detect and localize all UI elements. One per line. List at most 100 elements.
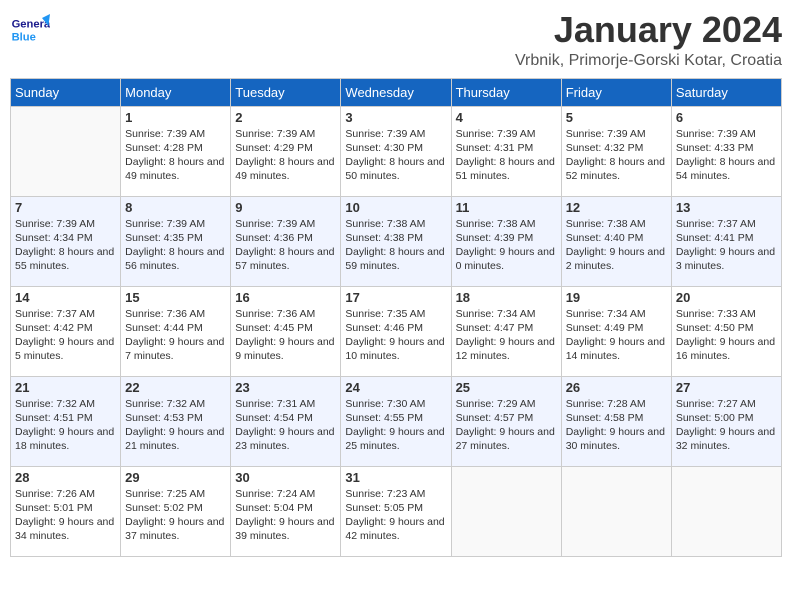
day-info: Sunrise: 7:32 AMSunset: 4:53 PMDaylight:… — [125, 397, 226, 454]
day-info: Sunrise: 7:39 AMSunset: 4:32 PMDaylight:… — [566, 127, 667, 184]
day-number: 17 — [345, 290, 446, 305]
calendar-cell: 28 Sunrise: 7:26 AMSunset: 5:01 PMDayligh… — [11, 466, 121, 556]
day-info: Sunrise: 7:38 AMSunset: 4:38 PMDaylight:… — [345, 217, 446, 274]
day-number: 28 — [15, 470, 116, 485]
day-number: 1 — [125, 110, 226, 125]
calendar-cell: 21 Sunrise: 7:32 AMSunset: 4:51 PMDayligh… — [11, 376, 121, 466]
calendar-cell: 30 Sunrise: 7:24 AMSunset: 5:04 PMDayligh… — [231, 466, 341, 556]
weekday-wednesday: Wednesday — [341, 78, 451, 106]
calendar-cell: 4Sunrise: 7:39 AMSunset: 4:31 PMDaylight… — [451, 106, 561, 196]
calendar-cell: 29Sunrise: 7:25 AMSunset: 5:02 PMDayligh… — [121, 466, 231, 556]
day-info: Sunrise: 7:39 AMSunset: 4:36 PMDaylight:… — [235, 217, 336, 274]
day-number: 2 — [235, 110, 336, 125]
day-info: Sunrise: 7:31 AMSunset: 4:54 PMDaylight:… — [235, 397, 336, 454]
day-info: Sunrise: 7:36 AMSunset: 4:45 PMDaylight:… — [235, 307, 336, 364]
weekday-monday: Monday — [121, 78, 231, 106]
day-number: 6 — [676, 110, 777, 125]
calendar-cell: 7Sunrise: 7:39 AMSunset: 4:34 PMDaylight… — [11, 196, 121, 286]
weekday-thursday: Thursday — [451, 78, 561, 106]
day-number: 11 — [456, 200, 557, 215]
calendar-cell: 31Sunrise: 7:23 AMSunset: 5:05 PMDayligh… — [341, 466, 451, 556]
calendar-cell — [561, 466, 671, 556]
day-number: 13 — [676, 200, 777, 215]
day-info: Sunrise: 7:34 AMSunset: 4:47 PMDaylight:… — [456, 307, 557, 364]
day-number: 22 — [125, 380, 226, 395]
calendar-cell — [11, 106, 121, 196]
calendar-cell: 24 Sunrise: 7:30 AMSunset: 4:55 PMDayligh… — [341, 376, 451, 466]
location: Vrbnik, Primorje-Gorski Kotar, Croatia — [515, 52, 782, 70]
calendar-cell: 11 Sunrise: 7:38 AMSunset: 4:39 PMDayligh… — [451, 196, 561, 286]
day-number: 30 — [235, 470, 336, 485]
weekday-tuesday: Tuesday — [231, 78, 341, 106]
day-info: Sunrise: 7:39 AMSunset: 4:31 PMDaylight:… — [456, 127, 557, 184]
month-title: January 2024 — [515, 10, 782, 50]
day-info: Sunrise: 7:38 AMSunset: 4:40 PMDaylight:… — [566, 217, 667, 274]
day-number: 25 — [456, 380, 557, 395]
day-info: Sunrise: 7:35 AMSunset: 4:46 PMDaylight:… — [345, 307, 446, 364]
day-number: 5 — [566, 110, 667, 125]
calendar-cell: 1Sunrise: 7:39 AMSunset: 4:28 PMDaylight… — [121, 106, 231, 196]
page-header: General Blue January 2024 Vrbnik, Primor… — [10, 10, 782, 70]
calendar-cell: 13 Sunrise: 7:37 AMSunset: 4:41 PMDayligh… — [671, 196, 781, 286]
day-info: Sunrise: 7:39 AMSunset: 4:29 PMDaylight:… — [235, 127, 336, 184]
calendar-cell: 8 Sunrise: 7:39 AMSunset: 4:35 PMDaylight… — [121, 196, 231, 286]
day-info: Sunrise: 7:29 AMSunset: 4:57 PMDaylight:… — [456, 397, 557, 454]
logo-icon: General Blue — [10, 10, 50, 50]
day-info: Sunrise: 7:32 AMSunset: 4:51 PMDaylight:… — [15, 397, 116, 454]
week-row-1: 1Sunrise: 7:39 AMSunset: 4:28 PMDaylight… — [11, 106, 782, 196]
calendar-cell: 18 Sunrise: 7:34 AMSunset: 4:47 PMDayligh… — [451, 286, 561, 376]
day-number: 16 — [235, 290, 336, 305]
day-info: Sunrise: 7:37 AMSunset: 4:42 PMDaylight:… — [15, 307, 116, 364]
calendar-cell: 10Sunrise: 7:38 AMSunset: 4:38 PMDayligh… — [341, 196, 451, 286]
day-info: Sunrise: 7:24 AMSunset: 5:04 PMDaylight:… — [235, 487, 336, 544]
calendar-table: SundayMondayTuesdayWednesdayThursdayFrid… — [10, 78, 782, 557]
day-number: 7 — [15, 200, 116, 215]
title-block: January 2024 Vrbnik, Primorje-Gorski Kot… — [515, 10, 782, 70]
calendar-cell: 19Sunrise: 7:34 AMSunset: 4:49 PMDayligh… — [561, 286, 671, 376]
day-number: 21 — [15, 380, 116, 395]
calendar-cell — [451, 466, 561, 556]
day-info: Sunrise: 7:28 AMSunset: 4:58 PMDaylight:… — [566, 397, 667, 454]
calendar-cell: 15Sunrise: 7:36 AMSunset: 4:44 PMDayligh… — [121, 286, 231, 376]
day-number: 3 — [345, 110, 446, 125]
day-number: 26 — [566, 380, 667, 395]
calendar-cell: 23 Sunrise: 7:31 AMSunset: 4:54 PMDayligh… — [231, 376, 341, 466]
calendar-cell: 20 Sunrise: 7:33 AMSunset: 4:50 PMDayligh… — [671, 286, 781, 376]
svg-text:Blue: Blue — [12, 31, 36, 43]
day-number: 27 — [676, 380, 777, 395]
calendar-cell: 12 Sunrise: 7:38 AMSunset: 4:40 PMDayligh… — [561, 196, 671, 286]
calendar-cell: 22 Sunrise: 7:32 AMSunset: 4:53 PMDayligh… — [121, 376, 231, 466]
week-row-5: 28 Sunrise: 7:26 AMSunset: 5:01 PMDayligh… — [11, 466, 782, 556]
day-number: 8 — [125, 200, 226, 215]
weekday-saturday: Saturday — [671, 78, 781, 106]
day-info: Sunrise: 7:39 AMSunset: 4:33 PMDaylight:… — [676, 127, 777, 184]
day-number: 15 — [125, 290, 226, 305]
calendar-cell: 17 Sunrise: 7:35 AMSunset: 4:46 PMDayligh… — [341, 286, 451, 376]
day-info: Sunrise: 7:38 AMSunset: 4:39 PMDaylight:… — [456, 217, 557, 274]
day-number: 23 — [235, 380, 336, 395]
week-row-4: 21 Sunrise: 7:32 AMSunset: 4:51 PMDayligh… — [11, 376, 782, 466]
day-info: Sunrise: 7:37 AMSunset: 4:41 PMDaylight:… — [676, 217, 777, 274]
day-info: Sunrise: 7:34 AMSunset: 4:49 PMDaylight:… — [566, 307, 667, 364]
calendar-cell: 9Sunrise: 7:39 AMSunset: 4:36 PMDaylight… — [231, 196, 341, 286]
day-number: 12 — [566, 200, 667, 215]
calendar-cell: 25 Sunrise: 7:29 AMSunset: 4:57 PMDayligh… — [451, 376, 561, 466]
calendar-cell — [671, 466, 781, 556]
day-info: Sunrise: 7:30 AMSunset: 4:55 PMDaylight:… — [345, 397, 446, 454]
weekday-sunday: Sunday — [11, 78, 121, 106]
day-info: Sunrise: 7:23 AMSunset: 5:05 PMDaylight:… — [345, 487, 446, 544]
day-info: Sunrise: 7:33 AMSunset: 4:50 PMDaylight:… — [676, 307, 777, 364]
day-number: 24 — [345, 380, 446, 395]
calendar-cell: 5 Sunrise: 7:39 AMSunset: 4:32 PMDaylight… — [561, 106, 671, 196]
week-row-3: 14Sunrise: 7:37 AMSunset: 4:42 PMDayligh… — [11, 286, 782, 376]
calendar-cell: 16 Sunrise: 7:36 AMSunset: 4:45 PMDayligh… — [231, 286, 341, 376]
day-number: 20 — [676, 290, 777, 305]
day-number: 29 — [125, 470, 226, 485]
day-info: Sunrise: 7:26 AMSunset: 5:01 PMDaylight:… — [15, 487, 116, 544]
week-row-2: 7Sunrise: 7:39 AMSunset: 4:34 PMDaylight… — [11, 196, 782, 286]
day-number: 18 — [456, 290, 557, 305]
day-info: Sunrise: 7:39 AMSunset: 4:35 PMDaylight:… — [125, 217, 226, 274]
calendar-cell: 14Sunrise: 7:37 AMSunset: 4:42 PMDayligh… — [11, 286, 121, 376]
weekday-header-row: SundayMondayTuesdayWednesdayThursdayFrid… — [11, 78, 782, 106]
day-info: Sunrise: 7:39 AMSunset: 4:30 PMDaylight:… — [345, 127, 446, 184]
